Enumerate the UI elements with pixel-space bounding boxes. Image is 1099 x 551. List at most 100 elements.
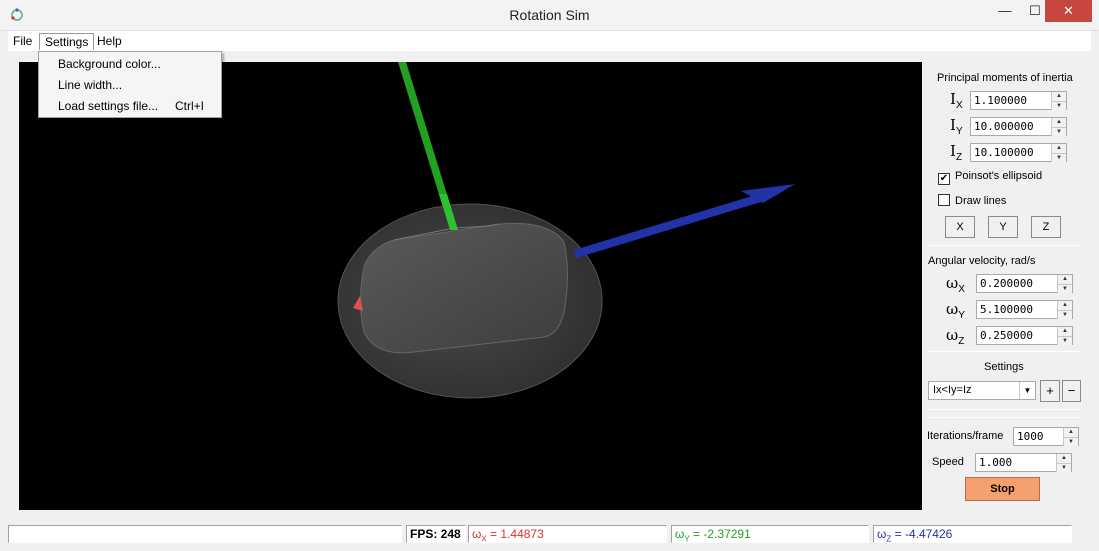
iz-value: 10.100000 xyxy=(974,146,1034,159)
wx-value: 0.200000 xyxy=(980,277,1033,290)
menu-bar: File Settings Help xyxy=(8,31,1091,51)
minimize-button[interactable]: — xyxy=(990,0,1020,22)
wx-symbol: ω xyxy=(946,274,959,292)
spin-down-icon[interactable]: ▼ xyxy=(1057,284,1072,293)
preset-value: Ix<Iy=Iz xyxy=(933,384,972,396)
wz-subscript: Z xyxy=(958,336,965,347)
spin-down-icon[interactable]: ▼ xyxy=(1051,153,1066,162)
menu-file[interactable]: File xyxy=(8,33,37,50)
menu-item-line-width[interactable]: Line width... xyxy=(39,75,221,95)
spin-down-icon[interactable]: ▼ xyxy=(1057,336,1072,345)
iterations-value: 1000 xyxy=(1017,430,1044,443)
remove-preset-button[interactable]: − xyxy=(1062,380,1081,402)
spin-up-icon[interactable]: ▲ xyxy=(1051,118,1066,127)
status-wx: ωX = 1.44873 xyxy=(468,525,667,543)
spin-up-icon[interactable]: ▲ xyxy=(1057,301,1072,310)
menu-item-load-settings[interactable]: Load settings file... Ctrl+I xyxy=(39,96,221,116)
wx-spinbox[interactable]: 0.200000 ▲ ▼ xyxy=(976,274,1073,293)
status-wy: ωY = -2.37291 xyxy=(671,525,869,543)
chevron-down-icon[interactable]: ▼ xyxy=(1019,382,1035,399)
control-panel: Principal moments of inertia IX 1.100000… xyxy=(922,56,1091,516)
view-x-button[interactable]: X xyxy=(945,216,975,238)
divider xyxy=(928,245,1080,246)
spin-down-icon[interactable]: ▼ xyxy=(1051,101,1066,110)
spin-down-icon[interactable]: ▼ xyxy=(1056,463,1071,472)
simulation-viewport[interactable] xyxy=(19,62,922,510)
wy-spinbox[interactable]: 5.100000 ▲ ▼ xyxy=(976,300,1073,319)
divider xyxy=(928,417,1080,418)
wy-value: 5.100000 xyxy=(980,303,1033,316)
speed-spinbox[interactable]: 1.000 ▲ ▼ xyxy=(975,453,1072,472)
status-wz-symbol: ω xyxy=(877,527,887,541)
settings-title: Settings xyxy=(984,361,1024,373)
inertia-title: Principal moments of inertia xyxy=(937,72,1073,84)
poinsot-checkbox[interactable]: ✔ Poinsot's ellipsoid xyxy=(938,170,1042,185)
ix-label: IX xyxy=(950,90,963,111)
divider xyxy=(928,351,1080,352)
iy-label: IY xyxy=(950,116,963,137)
menu-item-label: Background color... xyxy=(58,57,161,71)
wy-label: ωY xyxy=(946,300,965,321)
iz-subscript: Z xyxy=(955,152,963,163)
wz-symbol: ω xyxy=(946,326,959,344)
ix-spinbox[interactable]: 1.100000 ▲ ▼ xyxy=(970,91,1067,110)
status-wy-value: = -2.37291 xyxy=(689,527,751,541)
wy-symbol: ω xyxy=(946,300,959,318)
stop-button[interactable]: Stop xyxy=(965,477,1040,501)
view-y-button[interactable]: Y xyxy=(988,216,1018,238)
preset-select[interactable]: Ix<Iy=Iz ▼ xyxy=(928,381,1036,400)
draw-lines-check-icon[interactable] xyxy=(938,194,950,206)
iz-label: IZ xyxy=(950,142,962,163)
spin-up-icon[interactable]: ▲ xyxy=(1057,327,1072,336)
view-z-button[interactable]: Z xyxy=(1031,216,1061,238)
fps-readout: FPS: 248 xyxy=(406,525,466,543)
wx-subscript: X xyxy=(958,284,965,295)
status-wx-symbol: ω xyxy=(472,527,482,541)
wy-subscript: Y xyxy=(958,310,965,321)
spin-up-icon[interactable]: ▲ xyxy=(1057,275,1072,284)
iy-value: 10.000000 xyxy=(974,120,1034,133)
status-bar: FPS: 248 ωX = 1.44873 ωY = -2.37291 ωZ =… xyxy=(0,521,1099,551)
iz-spinbox[interactable]: 10.100000 ▲ ▼ xyxy=(970,143,1067,162)
spin-up-icon[interactable]: ▲ xyxy=(1056,454,1071,463)
iy-spinbox[interactable]: 10.000000 ▲ ▼ xyxy=(970,117,1067,136)
spin-up-icon[interactable]: ▲ xyxy=(1051,92,1066,101)
menu-item-background-color[interactable]: Background color... xyxy=(39,54,221,74)
ix-subscript: X xyxy=(955,100,963,111)
iterations-label: Iterations/frame xyxy=(927,430,1004,442)
z-axis-arrow xyxy=(574,194,761,258)
title-bar: Rotation Sim — ☐ ✕ xyxy=(0,0,1099,31)
status-wy-symbol: ω xyxy=(675,527,685,541)
menu-item-shortcut: Ctrl+I xyxy=(175,99,205,113)
status-message xyxy=(8,525,402,543)
status-wx-value: = 1.44873 xyxy=(486,527,544,541)
spin-down-icon[interactable]: ▼ xyxy=(1063,437,1078,446)
wz-spinbox[interactable]: 0.250000 ▲ ▼ xyxy=(976,326,1073,345)
poinsot-label: Poinsot's ellipsoid xyxy=(955,170,1043,182)
spin-up-icon[interactable]: ▲ xyxy=(1051,144,1066,153)
menu-help[interactable]: Help xyxy=(92,33,127,50)
wz-label: ωZ xyxy=(946,326,964,347)
status-wz: ωZ = -4.47426 xyxy=(873,525,1072,543)
status-wz-value: = -4.47426 xyxy=(891,527,953,541)
settings-dropdown-menu: Background color... Line width... Load s… xyxy=(38,51,222,118)
window-title: Rotation Sim xyxy=(509,7,590,23)
spin-up-icon[interactable]: ▲ xyxy=(1063,428,1078,437)
angular-velocity-title: Angular velocity, rad/s xyxy=(928,255,1036,267)
wx-label: ωX xyxy=(946,274,965,295)
iy-subscript: Y xyxy=(955,126,963,137)
draw-lines-label: Draw lines xyxy=(955,195,1007,207)
menu-item-label: Load settings file... xyxy=(58,99,159,113)
spin-down-icon[interactable]: ▼ xyxy=(1057,310,1072,319)
draw-lines-checkbox[interactable]: Draw lines xyxy=(938,194,1006,207)
menu-settings[interactable]: Settings xyxy=(39,33,95,50)
add-preset-button[interactable]: + xyxy=(1040,380,1060,402)
divider xyxy=(928,409,1080,410)
iterations-spinbox[interactable]: 1000 ▲ ▼ xyxy=(1013,427,1079,446)
wz-value: 0.250000 xyxy=(980,329,1033,342)
spin-down-icon[interactable]: ▼ xyxy=(1051,127,1066,136)
menu-item-label: Line width... xyxy=(58,78,123,92)
rigid-body-scene xyxy=(337,62,795,399)
poinsot-check-icon[interactable]: ✔ xyxy=(938,173,950,185)
close-button[interactable]: ✕ xyxy=(1045,0,1092,22)
